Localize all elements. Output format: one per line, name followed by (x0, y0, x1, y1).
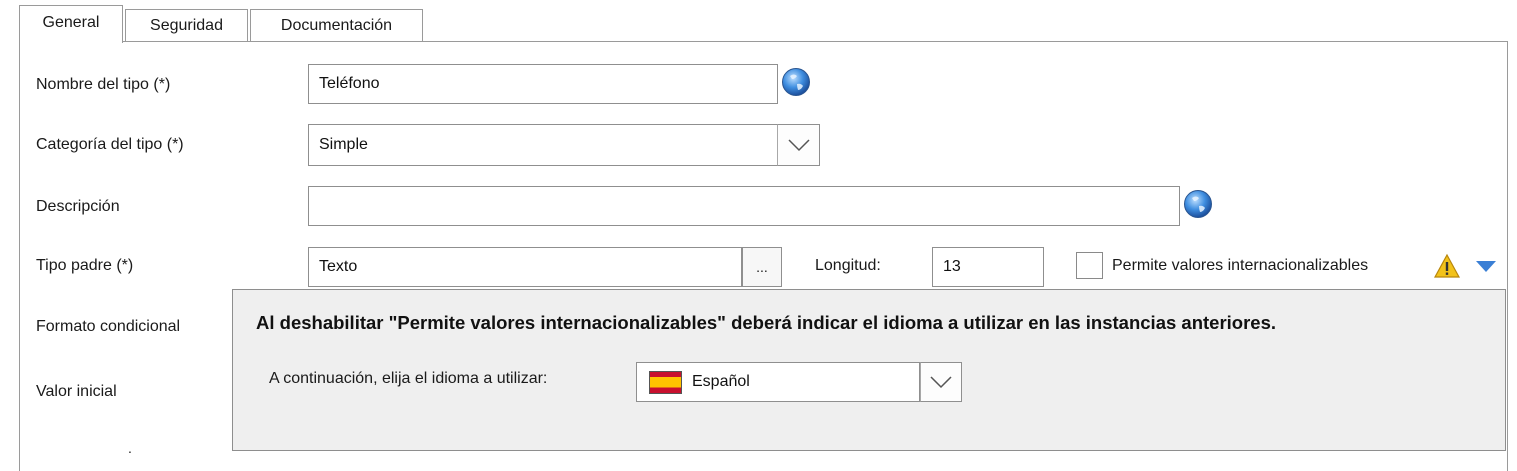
tab-general[interactable]: General (19, 5, 123, 43)
valor-inicial-label: Valor inicial (36, 383, 117, 400)
browse-button[interactable]: ... (742, 247, 782, 287)
categoria-dropdown-button[interactable] (777, 124, 820, 166)
globe-icon[interactable] (1183, 189, 1213, 219)
tab-documentacion[interactable]: Documentación (250, 9, 423, 41)
popup-prompt: A continuación, elija el idioma a utiliz… (269, 370, 548, 387)
warning-icon (1433, 253, 1461, 279)
nombre-label: Nombre del tipo (*) (36, 76, 171, 93)
tab-seguridad-label: Seguridad (150, 17, 223, 34)
chevron-down-icon (930, 376, 952, 389)
internacionalizables-checkbox[interactable] (1076, 252, 1103, 279)
longitud-label: Longitud: (815, 257, 881, 274)
chevron-down-icon (787, 139, 810, 152)
descripcion-label: Descripción (36, 198, 120, 215)
triangle-down-icon[interactable] (1474, 258, 1498, 274)
internacionalizables-label: Permite valores internacionalizables (1112, 257, 1369, 274)
tipo-padre-label: Tipo padre (*) (36, 257, 134, 274)
spain-flag-icon (649, 370, 682, 394)
descripcion-input[interactable] (308, 186, 1180, 226)
cutoff-label: . (128, 440, 132, 456)
categoria-label: Categoría del tipo (*) (36, 136, 184, 153)
language-select[interactable]: Español (636, 362, 920, 402)
language-dropdown-button[interactable] (920, 362, 962, 402)
longitud-input[interactable]: 13 (932, 247, 1044, 287)
tipo-padre-input[interactable]: Texto (308, 247, 742, 287)
tab-documentacion-label: Documentación (280, 17, 393, 34)
tab-general-label: General (42, 14, 100, 31)
categoria-select[interactable]: Simple (308, 124, 778, 166)
formato-condicional-label: Formato condicional (36, 318, 181, 335)
nombre-input[interactable]: Teléfono (308, 64, 778, 104)
tab-seguridad[interactable]: Seguridad (125, 9, 248, 41)
globe-icon[interactable] (781, 67, 811, 97)
popup-message: Al deshabilitar "Permite valores interna… (256, 312, 1277, 333)
language-warning-popup: Al deshabilitar "Permite valores interna… (232, 289, 1506, 451)
language-value: Español (692, 373, 750, 390)
